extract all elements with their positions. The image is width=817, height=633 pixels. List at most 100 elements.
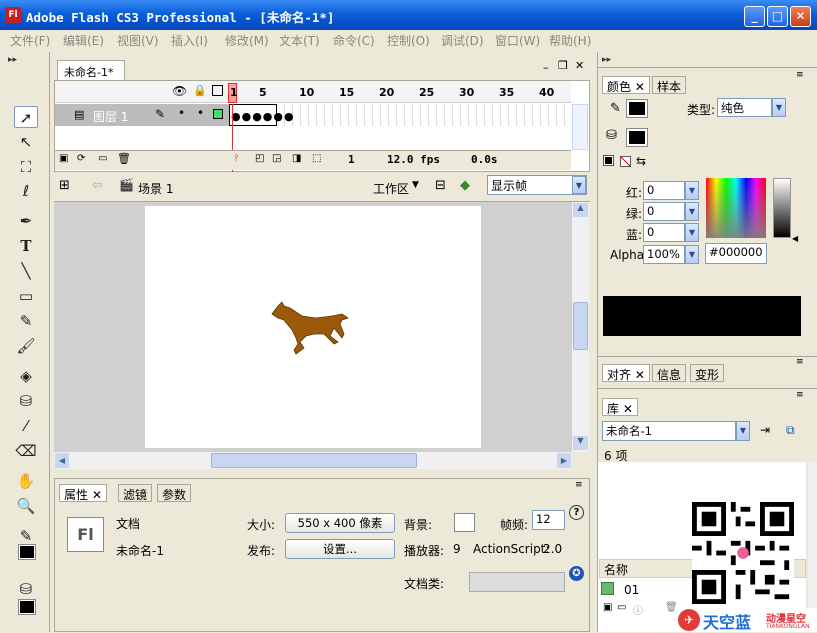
pin-library-icon[interactable]: ⇥ [760,423,770,437]
brightness-slider[interactable] [773,178,791,238]
add-layer-icon[interactable]: ▣ [59,153,68,164]
layer-name[interactable]: 图层 1 [93,108,128,125]
lock-icon[interactable]: 🔒 [193,84,207,97]
scroll-right-icon[interactable]: ▶ [557,453,571,468]
close-button[interactable]: ✕ [790,6,811,27]
minimize-button[interactable]: _ [744,6,765,27]
ink-bottle-icon[interactable]: ◈ [14,365,38,387]
doc-minimize-icon[interactable]: – [543,61,549,74]
menu-debug[interactable]: 调试(D) [441,32,484,49]
tab-transform[interactable]: 变形 [690,364,725,382]
eyedropper-icon[interactable]: ⁄ [14,415,38,437]
zoom-dropdown-icon[interactable]: ▼ [572,176,586,194]
eraser-icon[interactable]: ⌫ [14,440,38,462]
no-color-icon[interactable] [620,156,631,167]
menu-commands[interactable]: 命令(C) [333,32,375,49]
color-spectrum[interactable] [706,178,766,238]
library-properties-icon[interactable]: ⓘ [633,602,643,617]
outline-icon[interactable] [212,85,223,96]
timeline-toggle-icon[interactable]: ⊞ [59,178,70,193]
flash-app-icon[interactable]: Fl [5,7,21,23]
scroll-up-icon[interactable]: ▲ [573,203,588,217]
red-input[interactable]: 0 [643,181,685,200]
library-name-header[interactable]: 名称 [604,561,628,578]
stroke-color-icon[interactable]: ✎ [14,525,38,547]
edit-multiple-icon[interactable]: ◨ [292,153,301,164]
red-dropdown-icon[interactable]: ▼ [685,181,699,200]
menu-help[interactable]: 帮助(H) [549,32,591,49]
library-new-symbol-icon[interactable]: ▣ [603,602,612,613]
menu-text[interactable]: 文本(T) [279,32,320,49]
onion-outline-icon[interactable]: ◲ [272,153,281,164]
accessibility-icon[interactable]: ✪ [569,566,584,581]
pen-tool-icon[interactable]: ✒ [14,210,38,232]
edit-symbols-icon[interactable]: ⊟ [435,178,446,193]
blue-input[interactable]: 0 [643,223,685,242]
background-color-swatch[interactable] [454,513,475,532]
alpha-dropdown-icon[interactable]: ▼ [685,245,699,264]
workspace-menu[interactable]: 工作区 [373,180,409,197]
prop-collapse-icon[interactable]: ≡ [575,480,583,490]
layer-outline-color[interactable] [213,109,223,119]
selection-tool-icon[interactable]: ➚ [14,106,38,128]
alpha-input[interactable]: 100% [643,245,685,264]
menu-file[interactable]: 文件(F) [10,32,50,49]
doc-restore-icon[interactable]: ❐ [558,59,568,72]
eye-icon[interactable]: 👁 [172,84,187,98]
rectangle-tool-icon[interactable]: ▭ [14,285,38,307]
menu-insert[interactable]: 插入(I) [171,32,208,49]
document-class-input[interactable] [469,572,565,592]
black-white-icon[interactable] [603,155,614,166]
back-arrow-icon[interactable]: ⇦ [92,178,103,193]
zoom-tool-icon[interactable]: 🔍 [14,495,38,517]
tab-swatches[interactable]: 样本 [652,76,687,94]
publish-settings-button[interactable]: 设置... [285,539,395,559]
color-type-select[interactable]: 纯色 [717,98,772,117]
menu-window[interactable]: 窗口(W) [495,32,540,49]
library-vscroll[interactable] [808,462,817,632]
stroke-swatch[interactable] [626,99,648,118]
paint-bucket-icon[interactable]: ⛁ [14,390,38,412]
collapse-arrow-icon[interactable]: ▸▸ [8,55,17,65]
color-type-dropdown-icon[interactable]: ▼ [772,98,786,117]
fill-color-swatch[interactable] [18,599,36,615]
scene-breadcrumb[interactable]: 场景 1 [138,180,173,197]
color-panel-menu-icon[interactable]: ≡ [796,70,804,80]
onion-skin-icon[interactable]: ◰ [255,153,264,164]
help-icon[interactable]: ? [569,505,584,520]
swap-colors-icon[interactable]: ⇆ [636,154,646,168]
menu-control[interactable]: 控制(O) [387,32,430,49]
text-tool-icon[interactable]: T [14,235,38,257]
doc-close-icon[interactable]: ✕ [575,59,584,72]
edit-scenes-icon[interactable]: ◆ [460,178,470,193]
tab-properties[interactable]: 属性 ✕ [59,484,107,502]
dock-expand-icon[interactable]: ▸▸ [602,55,611,65]
center-frame-icon[interactable]: ⫯ [234,153,238,164]
keyframe-sequence[interactable]: ●●●●●● [229,104,294,126]
workspace-dropdown-icon[interactable]: ▼ [412,180,419,190]
add-guide-icon[interactable]: ⟳ [77,153,85,164]
blue-dropdown-icon[interactable]: ▼ [685,223,699,242]
library-new-folder-icon[interactable]: ▭ [617,602,626,613]
framerate-input[interactable]: 12 [532,510,565,530]
fill-color-icon[interactable]: ⛁ [14,578,38,600]
tab-align[interactable]: 对齐 ✕ [602,364,650,382]
library-menu-icon[interactable]: ≡ [796,390,804,400]
tab-parameters[interactable]: 参数 [157,484,192,502]
tab-color[interactable]: 颜色 ✕ [602,76,650,94]
scroll-down-icon[interactable]: ▼ [573,436,588,450]
delete-layer-icon[interactable]: 🗑 [117,152,131,165]
free-transform-icon[interactable]: ⛶ [14,156,38,178]
library-item-01[interactable]: 01 [624,583,639,597]
hscroll-thumb[interactable] [211,453,417,468]
tab-library[interactable]: 库 ✕ [602,398,638,416]
hex-input[interactable]: #000000 [705,243,767,264]
layer-lock-dot[interactable]: • [197,106,204,120]
library-doc-select[interactable]: 未命名-1 [602,421,736,441]
fill-swatch[interactable] [626,128,648,147]
new-library-icon[interactable]: ⧉ [786,423,795,438]
frame-ruler[interactable] [229,81,571,103]
tab-filters[interactable]: 滤镜 [118,484,153,502]
align-panel-menu-icon[interactable]: ≡ [796,357,804,367]
green-input[interactable]: 0 [643,202,685,221]
